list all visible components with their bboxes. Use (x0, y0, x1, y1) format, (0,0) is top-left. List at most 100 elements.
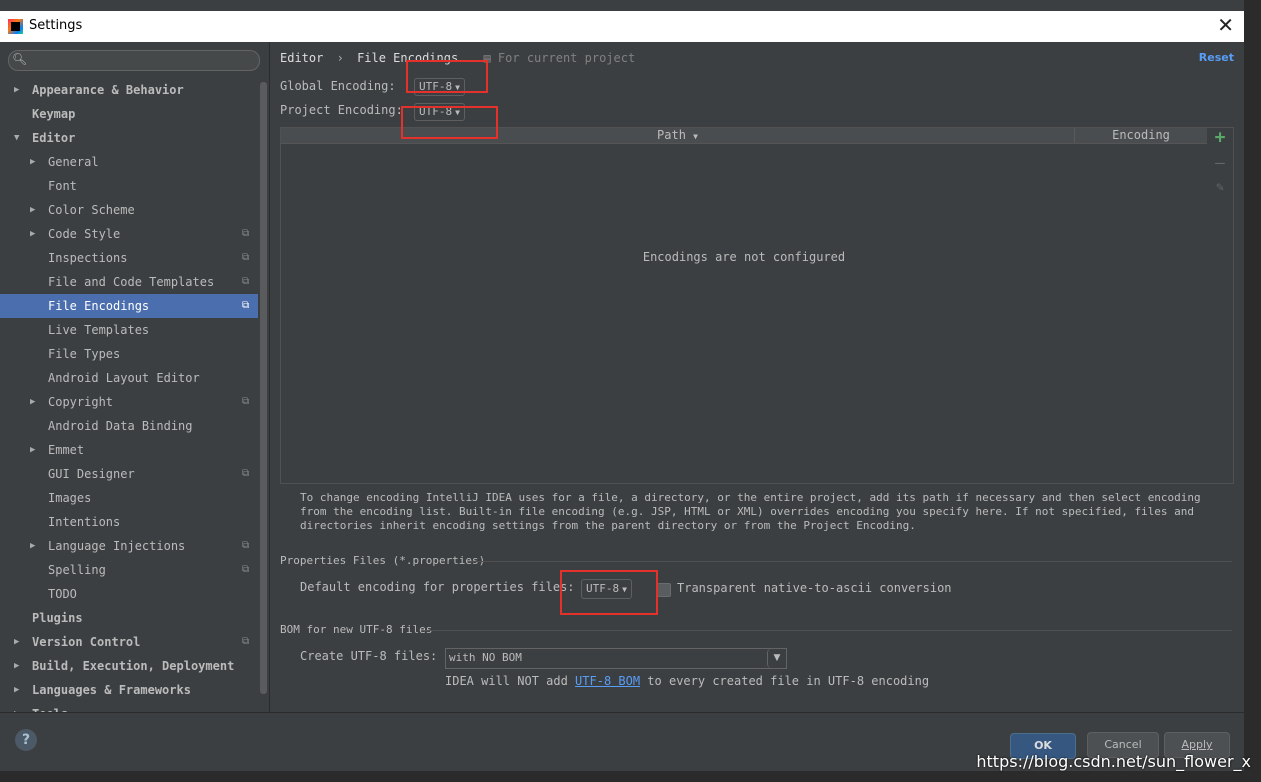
sidebar-item-todo[interactable]: TODO (0, 582, 258, 606)
chevron-right-icon[interactable]: ▶ (30, 390, 35, 414)
chevron-right-icon[interactable]: ▶ (30, 198, 35, 222)
sidebar-item-label: Languages & Frameworks (32, 683, 191, 697)
project-scope-text: For current project (497, 51, 636, 65)
sidebar-item-appearance-behavior[interactable]: ▶ Appearance & Behavior (0, 78, 258, 102)
project-level-icon: ⧉ (242, 540, 250, 551)
table-toolbar: + — ✎ (1207, 127, 1234, 484)
sidebar-item-label: Android Layout Editor (48, 371, 200, 385)
chevron-right-icon[interactable]: ▶ (30, 534, 35, 558)
sidebar-item-label: Language Injections (48, 539, 186, 553)
sidebar-item-gui-designer[interactable]: GUI Designer ⧉ (0, 462, 258, 486)
sidebar-item-android-data-binding[interactable]: Android Data Binding (0, 414, 258, 438)
sidebar-scrollbar-thumb[interactable] (260, 82, 267, 694)
chevron-right-icon[interactable]: ▶ (14, 702, 19, 712)
sidebar-item-keymap[interactable]: Keymap (0, 102, 258, 126)
transparent-conversion-checkbox[interactable] (657, 583, 671, 597)
utf8-bom-link[interactable]: UTF-8 BOM (575, 674, 640, 688)
sidebar-item-android-layout-editor[interactable]: Android Layout Editor (0, 366, 258, 390)
sidebar-item-label: Plugins (32, 611, 83, 625)
transparent-conversion-label[interactable]: Transparent native-to-ascii conversion (677, 581, 952, 595)
add-icon[interactable]: + (1212, 129, 1228, 147)
sidebar-item-label: File Types (48, 347, 121, 361)
sidebar-item-label: Color Scheme (48, 203, 135, 217)
sidebar-item-plugins[interactable]: Plugins (0, 606, 258, 630)
sidebar-item-inspections[interactable]: Inspections ⧉ (0, 246, 258, 270)
window-title: Settings (29, 18, 83, 33)
backdrop-right (1245, 0, 1261, 782)
chevron-down-icon[interactable]: ▼ (14, 126, 19, 150)
file-encodings-panel: Editor › File Encodings ▤ For current pr… (270, 42, 1244, 712)
sidebar-item-label: Images (48, 491, 92, 505)
chevron-right-icon[interactable]: ▶ (14, 654, 19, 678)
sidebar-item-label: Inspections (48, 251, 128, 265)
sidebar-item-label: Spelling (48, 563, 106, 577)
search-input[interactable]: 🔍︎ (8, 50, 260, 71)
create-utf8-label: Create UTF-8 files: (300, 649, 438, 663)
edit-icon[interactable]: ✎ (1212, 180, 1228, 196)
sidebar-item-file-encodings[interactable]: File Encodings ⧉ (0, 294, 258, 318)
properties-section-divider (470, 561, 1232, 562)
sidebar-item-label: Appearance & Behavior (32, 83, 184, 97)
sidebar-item-color-scheme[interactable]: ▶ Color Scheme (0, 198, 258, 222)
sidebar-item-label: Keymap (32, 107, 76, 121)
sidebar-item-spelling[interactable]: Spelling ⧉ (0, 558, 258, 582)
sidebar-item-languages-frameworks[interactable]: ▶ Languages & Frameworks (0, 678, 258, 702)
encodings-table: Path ▼ Encoding Encodings are not config… (280, 127, 1208, 484)
properties-section-title: Properties Files (*.properties) (280, 554, 486, 567)
help-icon[interactable]: ? (15, 729, 37, 751)
sidebar-item-label: Emmet (48, 443, 85, 457)
annotation-box-properties-encoding (560, 570, 658, 615)
reset-link[interactable]: Reset (1199, 51, 1234, 64)
sidebar-item-language-injections[interactable]: ▶ Language Injections ⧉ (0, 534, 258, 558)
project-level-icon: ⧉ (242, 564, 250, 575)
project-level-icon: ⧉ (242, 468, 250, 479)
search-icon: 🔍︎ (12, 52, 28, 66)
chevron-right-icon[interactable]: ▶ (14, 678, 19, 702)
sidebar-item-label: Tools (32, 702, 68, 712)
sidebar-item-label: Version Control (32, 635, 141, 649)
sidebar-item-intentions[interactable]: Intentions (0, 510, 258, 534)
chevron-right-icon[interactable]: ▶ (30, 150, 35, 174)
sidebar-item-label: GUI Designer (48, 467, 135, 481)
sidebar-item-live-templates[interactable]: Live Templates (0, 318, 258, 342)
sidebar-item-label: Copyright (48, 395, 114, 409)
chevron-right-icon[interactable]: ▶ (14, 630, 19, 654)
annotation-box-global-encoding (406, 60, 488, 93)
sidebar-item-label: Build, Execution, Deployment (32, 659, 235, 673)
sidebar-item-emmet[interactable]: ▶ Emmet (0, 438, 258, 462)
sidebar-item-label: Editor (32, 131, 76, 145)
chevron-right-icon[interactable]: ▶ (30, 222, 35, 246)
bom-mode-select[interactable]: with NO BOM ▼ (445, 648, 787, 669)
sidebar-item-file-types[interactable]: File Types (0, 342, 258, 366)
sidebar-item-code-style[interactable]: ▶ Code Style ⧉ (0, 222, 258, 246)
watermark-text: https://blog.csdn.net/sun_flower_x (976, 752, 1251, 771)
sidebar-item-copyright[interactable]: ▶ Copyright ⧉ (0, 390, 258, 414)
sidebar-item-label: Code Style (48, 227, 121, 241)
sidebar-item-editor[interactable]: ▼ Editor (0, 126, 258, 150)
project-encoding-label: Project Encoding: (280, 103, 403, 117)
global-encoding-label: Global Encoding: (280, 79, 396, 93)
remove-icon[interactable]: — (1212, 155, 1228, 171)
chevron-right-icon[interactable]: ▶ (14, 78, 19, 102)
encoding-column-header[interactable]: Encoding (1075, 128, 1207, 143)
sort-down-icon: ▼ (693, 132, 698, 141)
breadcrumb-editor: Editor (280, 51, 324, 65)
sidebar-item-version-control[interactable]: ▶ Version Control ⧉ (0, 630, 258, 654)
settings-sidebar: 🔍︎ ▶ Appearance & Behavior Keymap ▼ Editor ▶ G… (0, 42, 270, 712)
annotation-box-project-encoding (401, 106, 498, 139)
sidebar-item-file-and-code-templates[interactable]: File and Code Templates ⧉ (0, 270, 258, 294)
title-bar: Settings ✕ (0, 11, 1244, 42)
sidebar-item-tools[interactable]: ▶ Tools (0, 702, 258, 712)
table-empty-text: Encodings are not configured (642, 250, 846, 264)
chevron-down-icon[interactable]: ▼ (767, 649, 786, 668)
sidebar-item-label: TODO (48, 587, 77, 601)
sidebar-item-label: File Encodings (48, 299, 150, 313)
bom-note: IDEA will NOT add UTF-8 BOM to every cre… (445, 674, 930, 688)
project-level-icon: ⧉ (242, 276, 250, 287)
sidebar-item-font[interactable]: Font (0, 174, 258, 198)
sidebar-item-general[interactable]: ▶ General (0, 150, 258, 174)
close-icon[interactable]: ✕ (1217, 15, 1234, 35)
chevron-right-icon[interactable]: ▶ (30, 438, 35, 462)
sidebar-item-build-execution-deployment[interactable]: ▶ Build, Execution, Deployment (0, 654, 258, 678)
sidebar-item-images[interactable]: Images (0, 486, 258, 510)
